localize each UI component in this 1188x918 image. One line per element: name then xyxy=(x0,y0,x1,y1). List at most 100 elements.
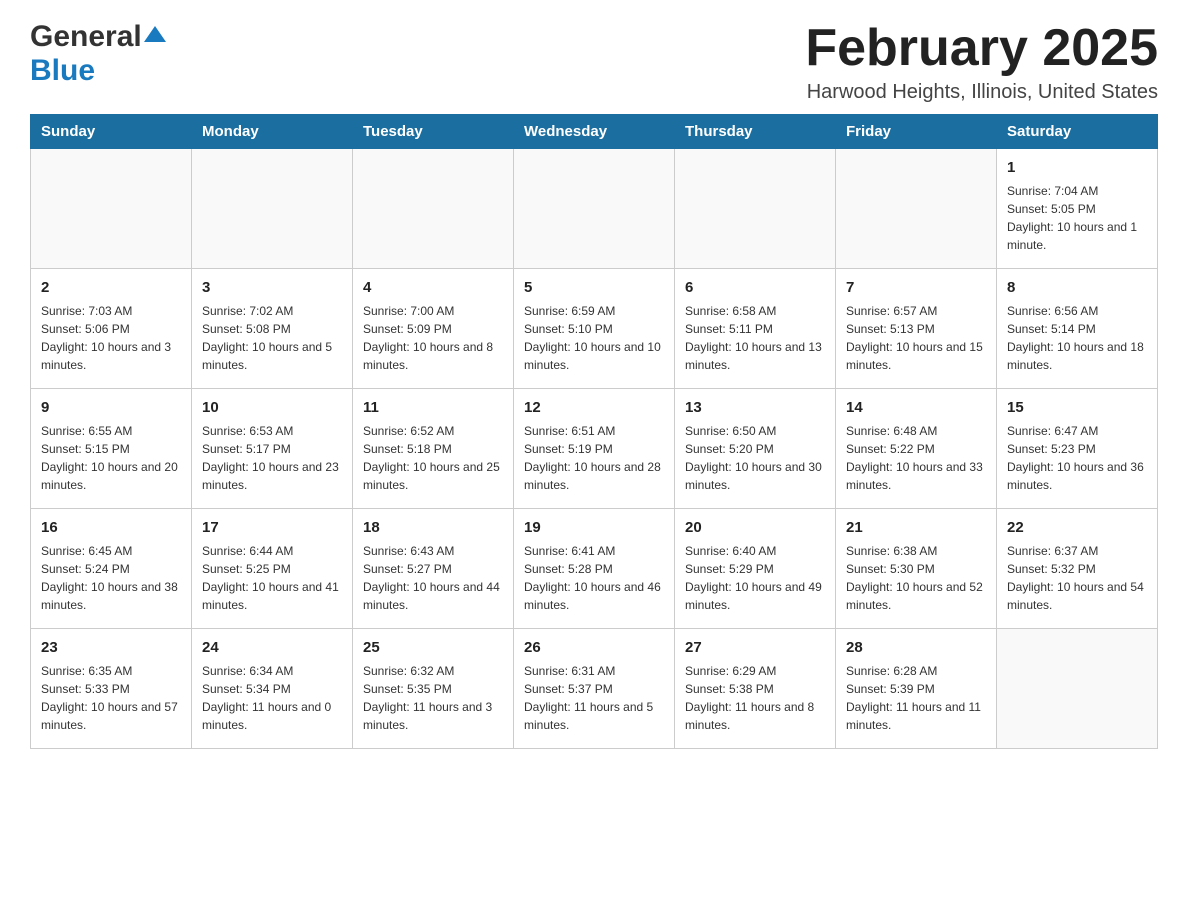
location-subtitle: Harwood Heights, Illinois, United States xyxy=(805,81,1158,104)
calendar-cell: 20 Sunrise: 6:40 AMSunset: 5:29 PMDayligh… xyxy=(675,509,836,629)
header-thursday: Thursday xyxy=(675,115,836,149)
day-info: Sunrise: 6:45 AMSunset: 5:24 PMDaylight:… xyxy=(41,542,181,614)
day-info: Sunrise: 6:43 AMSunset: 5:27 PMDaylight:… xyxy=(363,542,503,614)
day-info: Sunrise: 6:44 AMSunset: 5:25 PMDaylight:… xyxy=(202,542,342,614)
calendar-cell: 26 Sunrise: 6:31 AMSunset: 5:37 PMDayligh… xyxy=(514,629,675,749)
day-number: 16 xyxy=(41,517,181,538)
day-number: 8 xyxy=(1007,277,1147,298)
day-number: 25 xyxy=(363,637,503,658)
day-info: Sunrise: 7:02 AMSunset: 5:08 PMDaylight:… xyxy=(202,302,342,374)
day-info: Sunrise: 6:53 AMSunset: 5:17 PMDaylight:… xyxy=(202,422,342,494)
calendar-cell: 7Sunrise: 6:57 AMSunset: 5:13 PMDaylight… xyxy=(836,269,997,389)
day-info: Sunrise: 6:56 AMSunset: 5:14 PMDaylight:… xyxy=(1007,302,1147,374)
calendar-cell xyxy=(514,149,675,269)
calendar-cell: 5 Sunrise: 6:59 AMSunset: 5:10 PMDaylight… xyxy=(514,269,675,389)
calendar-cell xyxy=(353,149,514,269)
logo: General Blue xyxy=(30,20,166,88)
day-number: 17 xyxy=(202,517,342,538)
day-info: Sunrise: 6:55 AMSunset: 5:15 PMDaylight:… xyxy=(41,422,181,494)
day-info: Sunrise: 7:03 AMSunset: 5:06 PMDaylight:… xyxy=(41,302,181,374)
day-number: 11 xyxy=(363,397,503,418)
day-info: Sunrise: 6:35 AMSunset: 5:33 PMDaylight:… xyxy=(41,662,181,734)
day-number: 13 xyxy=(685,397,825,418)
calendar-cell xyxy=(192,149,353,269)
day-info: Sunrise: 6:48 AMSunset: 5:22 PMDaylight:… xyxy=(846,422,986,494)
logo-blue-text: Blue xyxy=(30,54,95,87)
calendar-cell: 23 Sunrise: 6:35 AMSunset: 5:33 PMDayligh… xyxy=(31,629,192,749)
day-info: Sunrise: 6:28 AMSunset: 5:39 PMDaylight:… xyxy=(846,662,986,734)
day-info: Sunrise: 6:59 AMSunset: 5:10 PMDaylight:… xyxy=(524,302,664,374)
day-info: Sunrise: 6:47 AMSunset: 5:23 PMDaylight:… xyxy=(1007,422,1147,494)
calendar-cell: 28 Sunrise: 6:28 AMSunset: 5:39 PMDayligh… xyxy=(836,629,997,749)
day-number: 23 xyxy=(41,637,181,658)
calendar-cell xyxy=(997,629,1158,749)
day-info: Sunrise: 6:41 AMSunset: 5:28 PMDaylight:… xyxy=(524,542,664,614)
calendar-cell: 9 Sunrise: 6:55 AMSunset: 5:15 PMDaylight… xyxy=(31,389,192,509)
calendar-cell: 25 Sunrise: 6:32 AMSunset: 5:35 PMDayligh… xyxy=(353,629,514,749)
day-number: 20 xyxy=(685,517,825,538)
day-info: Sunrise: 6:37 AMSunset: 5:32 PMDaylight:… xyxy=(1007,542,1147,614)
calendar-cell: 2 Sunrise: 7:03 AMSunset: 5:06 PMDaylight… xyxy=(31,269,192,389)
day-info: Sunrise: 6:34 AMSunset: 5:34 PMDaylight:… xyxy=(202,662,342,734)
month-title: February 2025 xyxy=(805,20,1158,77)
day-number: 14 xyxy=(846,397,986,418)
day-info: Sunrise: 6:32 AMSunset: 5:35 PMDaylight:… xyxy=(363,662,503,734)
calendar-cell: 14 Sunrise: 6:48 AMSunset: 5:22 PMDayligh… xyxy=(836,389,997,509)
header-wednesday: Wednesday xyxy=(514,115,675,149)
day-number: 26 xyxy=(524,637,664,658)
day-number: 9 xyxy=(41,397,181,418)
day-info: Sunrise: 6:57 AMSunset: 5:13 PMDaylight:… xyxy=(846,302,986,374)
day-number: 21 xyxy=(846,517,986,538)
day-number: 15 xyxy=(1007,397,1147,418)
day-number: 22 xyxy=(1007,517,1147,538)
header-monday: Monday xyxy=(192,115,353,149)
day-info: Sunrise: 6:38 AMSunset: 5:30 PMDaylight:… xyxy=(846,542,986,614)
calendar-week-4: 16 Sunrise: 6:45 AMSunset: 5:24 PMDayligh… xyxy=(31,509,1158,629)
calendar-cell: 6 Sunrise: 6:58 AMSunset: 5:11 PMDaylight… xyxy=(675,269,836,389)
day-number: 6 xyxy=(685,277,825,298)
calendar-cell: 21 Sunrise: 6:38 AMSunset: 5:30 PMDayligh… xyxy=(836,509,997,629)
day-number: 5 xyxy=(524,277,664,298)
header-friday: Friday xyxy=(836,115,997,149)
day-info: Sunrise: 7:04 AMSunset: 5:05 PMDaylight:… xyxy=(1007,182,1147,254)
day-info: Sunrise: 6:51 AMSunset: 5:19 PMDaylight:… xyxy=(524,422,664,494)
calendar-cell: 18 Sunrise: 6:43 AMSunset: 5:27 PMDayligh… xyxy=(353,509,514,629)
calendar-cell: 22 Sunrise: 6:37 AMSunset: 5:32 PMDayligh… xyxy=(997,509,1158,629)
day-number: 10 xyxy=(202,397,342,418)
day-number: 2 xyxy=(41,277,181,298)
header-sunday: Sunday xyxy=(31,115,192,149)
calendar-cell xyxy=(31,149,192,269)
calendar-cell: 19 Sunrise: 6:41 AMSunset: 5:28 PMDayligh… xyxy=(514,509,675,629)
logo-general-text: General xyxy=(30,20,142,54)
header-tuesday: Tuesday xyxy=(353,115,514,149)
day-info: Sunrise: 6:31 AMSunset: 5:37 PMDaylight:… xyxy=(524,662,664,734)
calendar-week-5: 23 Sunrise: 6:35 AMSunset: 5:33 PMDayligh… xyxy=(31,629,1158,749)
day-number: 18 xyxy=(363,517,503,538)
day-number: 1 xyxy=(1007,157,1147,178)
calendar-cell: 8 Sunrise: 6:56 AMSunset: 5:14 PMDaylight… xyxy=(997,269,1158,389)
day-info: Sunrise: 6:29 AMSunset: 5:38 PMDaylight:… xyxy=(685,662,825,734)
day-info: Sunrise: 7:00 AMSunset: 5:09 PMDaylight:… xyxy=(363,302,503,374)
day-number: 19 xyxy=(524,517,664,538)
header-saturday: Saturday xyxy=(997,115,1158,149)
day-number: 3 xyxy=(202,277,342,298)
calendar-cell: 17 Sunrise: 6:44 AMSunset: 5:25 PMDayligh… xyxy=(192,509,353,629)
calendar-cell xyxy=(836,149,997,269)
day-number: 4 xyxy=(363,277,503,298)
calendar-cell: 10 Sunrise: 6:53 AMSunset: 5:17 PMDayligh… xyxy=(192,389,353,509)
day-info: Sunrise: 6:58 AMSunset: 5:11 PMDaylight:… xyxy=(685,302,825,374)
calendar-week-3: 9 Sunrise: 6:55 AMSunset: 5:15 PMDaylight… xyxy=(31,389,1158,509)
calendar-cell: 4 Sunrise: 7:00 AMSunset: 5:09 PMDaylight… xyxy=(353,269,514,389)
day-number: 28 xyxy=(846,637,986,658)
logo-arrow-icon xyxy=(144,24,166,51)
day-info: Sunrise: 6:50 AMSunset: 5:20 PMDaylight:… xyxy=(685,422,825,494)
page-header: General Blue February 2025 Harwood Heigh… xyxy=(30,20,1158,104)
calendar-cell: 24Sunrise: 6:34 AMSunset: 5:34 PMDayligh… xyxy=(192,629,353,749)
title-area: February 2025 Harwood Heights, Illinois,… xyxy=(805,20,1158,104)
calendar-cell: 11 Sunrise: 6:52 AMSunset: 5:18 PMDayligh… xyxy=(353,389,514,509)
day-info: Sunrise: 6:52 AMSunset: 5:18 PMDaylight:… xyxy=(363,422,503,494)
calendar-cell: 3 Sunrise: 7:02 AMSunset: 5:08 PMDaylight… xyxy=(192,269,353,389)
day-info: Sunrise: 6:40 AMSunset: 5:29 PMDaylight:… xyxy=(685,542,825,614)
calendar-table: Sunday Monday Tuesday Wednesday Thursday… xyxy=(30,114,1158,749)
calendar-cell xyxy=(675,149,836,269)
